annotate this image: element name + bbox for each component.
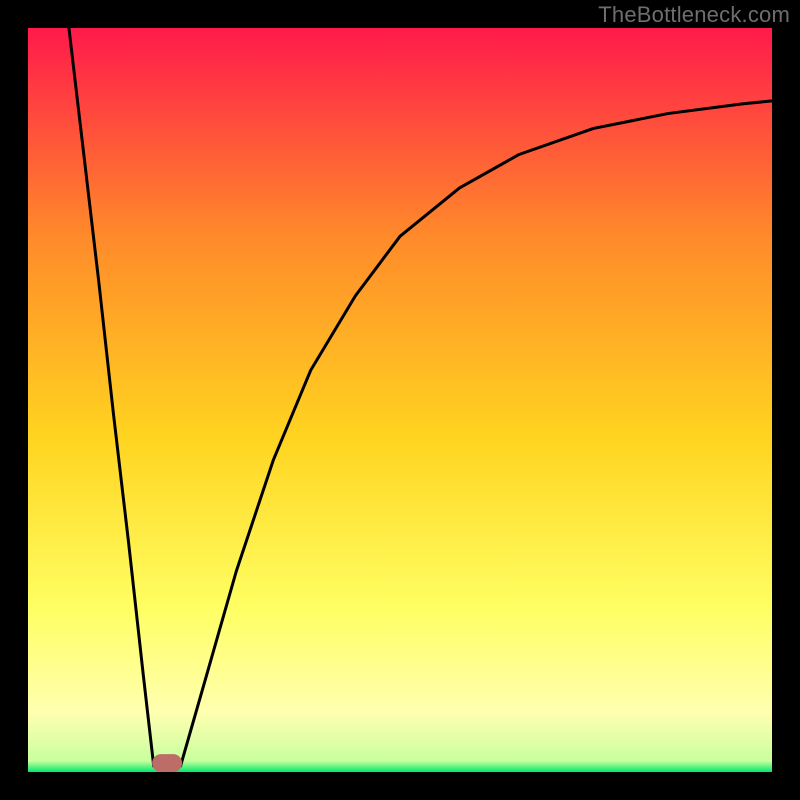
curve <box>28 28 772 772</box>
plot-area <box>28 28 772 772</box>
chart-frame: TheBottleneck.com <box>0 0 800 800</box>
watermark-text: TheBottleneck.com <box>598 2 790 28</box>
optimum-marker <box>152 754 182 772</box>
